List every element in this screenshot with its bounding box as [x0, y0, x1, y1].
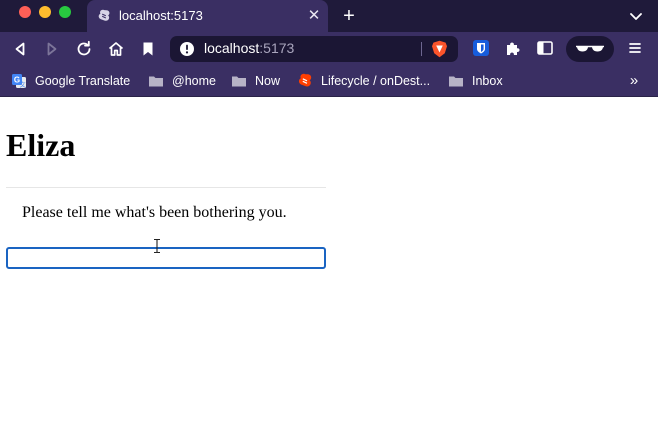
home-icon[interactable]: [106, 39, 126, 59]
brave-shields-icon[interactable]: [431, 40, 448, 58]
bookmark-label: Google Translate: [35, 74, 131, 88]
minimize-window-button[interactable]: [39, 6, 51, 18]
hamburger-menu-icon[interactable]: [626, 39, 644, 57]
bookmark-icon[interactable]: [138, 39, 158, 59]
google-translate-icon: G 文: [12, 74, 26, 89]
site-info-icon[interactable]: [179, 41, 195, 57]
tab-localhost[interactable]: localhost:5173 ✕: [87, 0, 328, 32]
zoom-window-button[interactable]: [59, 6, 71, 18]
bookmark-folder-now[interactable]: Now: [231, 66, 280, 96]
bookmark-label: @home: [172, 74, 216, 88]
text-cursor-icon: [154, 238, 160, 254]
sunglasses-avatar-icon: [576, 45, 604, 52]
eliza-prompt: Please tell me what's been bothering you…: [22, 204, 287, 221]
url-port: :5173: [259, 40, 295, 56]
page-viewport: Eliza Please tell me what's been botheri…: [0, 97, 658, 440]
chat-input[interactable]: [6, 247, 326, 269]
bookmark-label: Now: [255, 74, 281, 88]
svg-text:文: 文: [20, 81, 26, 89]
chevron-down-icon[interactable]: [626, 6, 646, 26]
bookmark-folder-home[interactable]: @home: [148, 66, 216, 96]
folder-icon: [149, 76, 163, 87]
page-title: Eliza: [6, 127, 76, 163]
address-bar[interactable]: localhost:5173: [170, 36, 458, 62]
bookmark-label: Lifecycle / onDest...: [321, 74, 431, 88]
url-text: localhost:5173: [204, 40, 294, 56]
tab-title: localhost:5173: [119, 8, 203, 23]
bookmark-google-translate[interactable]: G 文 Google Translate: [11, 66, 130, 96]
more-bookmarks-chevron-icon[interactable]: »: [624, 72, 644, 90]
bookmark-lifecycle[interactable]: Lifecycle / onDest...: [297, 66, 430, 96]
sidebar-icon[interactable]: [536, 39, 554, 57]
bookmarks-bar: G 文 Google Translate @home Now Lifecycle…: [0, 66, 658, 97]
svelte-icon: [98, 9, 110, 21]
folder-icon: [449, 76, 463, 87]
url-host: localhost: [204, 40, 260, 56]
new-tab-plus-icon[interactable]: +: [338, 5, 360, 27]
title-bar: localhost:5173 ✕ +: [0, 0, 658, 32]
profile-button[interactable]: [566, 36, 614, 62]
svelte-icon: [298, 73, 312, 87]
tab-close-icon[interactable]: ✕: [304, 6, 324, 26]
forward-arrow-icon[interactable]: [42, 39, 62, 59]
bitwarden-extension-icon[interactable]: [472, 39, 490, 57]
close-window-button[interactable]: [19, 6, 31, 18]
extensions-puzzle-icon[interactable]: [504, 39, 522, 57]
browser-toolbar: localhost:5173: [0, 32, 658, 66]
bookmark-folder-inbox[interactable]: Inbox: [448, 66, 503, 96]
folder-icon: [232, 76, 246, 87]
reload-icon[interactable]: [74, 39, 94, 59]
back-arrow-icon[interactable]: [10, 39, 30, 59]
address-bar-divider: [421, 42, 422, 56]
divider: [6, 187, 326, 188]
bookmark-label: Inbox: [472, 74, 503, 88]
